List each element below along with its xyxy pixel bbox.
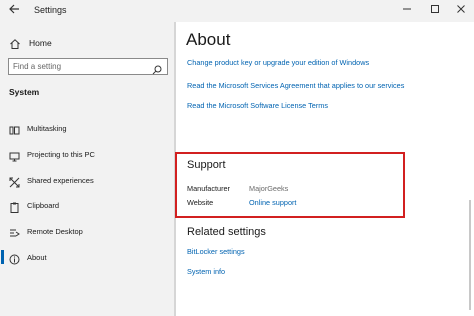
link-change-product-key[interactable]: Change product key or upgrade your editi… (187, 58, 369, 67)
main-scrollbar[interactable] (469, 200, 471, 310)
link-system-info[interactable]: System info (187, 267, 225, 276)
sidebar-item-label: Remote Desktop (27, 226, 83, 236)
page-title: About (186, 30, 231, 49)
sidebar-item-about[interactable]: About (0, 248, 174, 266)
related-settings-heading: Related settings (187, 226, 266, 238)
sidebar: Home System Multitasking Projecting to t… (0, 22, 176, 316)
clipboard-icon (9, 200, 20, 213)
sidebar-item-label: Projecting to this PC (27, 149, 95, 159)
link-license-terms[interactable]: Read the Microsoft Software License Term… (187, 101, 328, 110)
projecting-icon (9, 149, 20, 161)
window-title: Settings (34, 5, 67, 15)
selected-indicator (1, 250, 4, 264)
close-icon[interactable] (452, 2, 470, 20)
manufacturer-label: Manufacturer (187, 184, 230, 193)
sidebar-item-shared-experiences[interactable]: Shared experiences (0, 171, 174, 189)
sidebar-item-multitasking[interactable]: Multitasking (0, 119, 174, 137)
sidebar-item-label: Shared experiences (27, 175, 94, 185)
link-services-agreement[interactable]: Read the Microsoft Services Agreement th… (187, 81, 404, 90)
title-bar: Settings (0, 0, 474, 22)
home-label: Home (29, 38, 52, 48)
minimize-icon[interactable] (398, 2, 416, 20)
search-icon[interactable] (152, 62, 162, 75)
sidebar-item-label: Multitasking (27, 123, 67, 133)
sidebar-home[interactable]: Home (9, 36, 52, 50)
sidebar-item-label: About (27, 252, 47, 262)
maximize-icon[interactable] (426, 2, 444, 20)
sidebar-item-remote-desktop[interactable]: Remote Desktop (0, 222, 174, 240)
manufacturer-value: MajorGeeks (249, 184, 289, 193)
sidebar-item-clipboard[interactable]: Clipboard (0, 196, 174, 214)
back-arrow-icon[interactable] (6, 3, 22, 19)
info-icon (9, 252, 20, 264)
search-box[interactable] (8, 58, 168, 75)
sidebar-item-projecting[interactable]: Projecting to this PC (0, 145, 174, 163)
remote-desktop-icon (9, 226, 20, 237)
sidebar-item-label: Clipboard (27, 200, 60, 210)
multitasking-icon (9, 123, 20, 134)
link-bitlocker-settings[interactable]: BitLocker settings (187, 247, 245, 256)
support-heading: Support (187, 159, 226, 171)
shared-experiences-icon (9, 175, 20, 187)
online-support-link[interactable]: Online support (249, 198, 296, 207)
sidebar-section-system: System (9, 87, 40, 97)
search-input[interactable] (13, 60, 143, 73)
home-icon (9, 37, 21, 49)
website-label: Website (187, 198, 214, 207)
